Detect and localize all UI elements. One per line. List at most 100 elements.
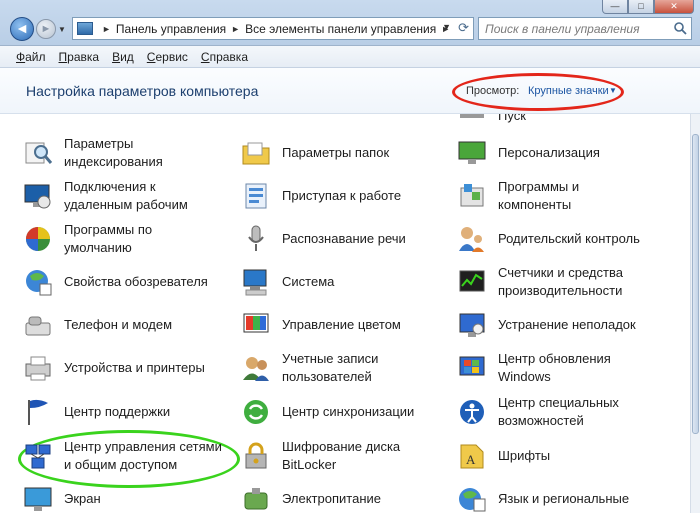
search-icon[interactable] — [673, 21, 687, 35]
window-controls: — □ ✕ — [602, 0, 694, 14]
item-label: Подключения к удаленным рабочим — [64, 179, 188, 212]
breadcrumb-separator-icon[interactable]: ► — [102, 24, 111, 34]
minimize-button[interactable]: — — [602, 0, 628, 14]
control-panel-item[interactable]: Язык и региональные — [456, 481, 673, 513]
item-label: Шифрование диска BitLocker — [282, 439, 401, 472]
item-label: Центр специальных возможностей — [498, 395, 619, 428]
breadcrumb-control-panel[interactable]: Панель управления — [116, 22, 226, 36]
action-center-flag-icon — [22, 396, 54, 428]
microphone-icon — [240, 223, 272, 255]
address-bar[interactable]: ► Панель управления ► Все элементы панел… — [72, 17, 474, 40]
content-header: Настройка параметров компьютера Просмотр… — [0, 68, 700, 114]
default-programs-icon — [22, 223, 54, 255]
item-label: Параметры индексирования — [64, 136, 163, 169]
vertical-scrollbar[interactable] — [690, 114, 700, 513]
menu-file[interactable]: Файл — [16, 50, 46, 64]
control-panel-item[interactable]: Подключения к удаленным рабочим — [22, 178, 239, 214]
item-label: Персонализация — [498, 145, 600, 160]
troubleshooting-icon — [456, 309, 488, 341]
chevron-down-icon: ▼ — [58, 25, 66, 34]
control-panel-item[interactable]: Экран — [22, 481, 239, 513]
item-label: Параметры папок — [282, 145, 390, 160]
control-panel-item[interactable]: Пуск — [456, 114, 673, 134]
item-label: Свойства обозревателя — [64, 274, 208, 289]
control-panel-item[interactable]: Управление цветом — [240, 307, 457, 343]
control-panel-item[interactable]: Центр управления сетями и общим доступом — [22, 438, 239, 474]
control-panel-item[interactable]: A Шрифты — [456, 438, 673, 474]
control-panel-item[interactable]: Персонализация — [456, 135, 673, 171]
recent-pages-dropdown[interactable]: ▼ — [58, 25, 66, 34]
control-panel-item[interactable]: Центр поддержки — [22, 394, 239, 430]
control-panel-item[interactable]: Центр обновления Windows — [456, 350, 673, 386]
sync-center-icon — [240, 396, 272, 428]
menu-help[interactable]: Справка — [201, 50, 248, 64]
item-label: Программы и компоненты — [498, 179, 580, 212]
control-panel-item[interactable]: Шифрование диска BitLocker — [240, 438, 457, 474]
control-panel-item[interactable]: Учетные записи пользователей — [240, 350, 457, 386]
phone-modem-icon — [22, 309, 54, 341]
control-panel-item[interactable]: Счетчики и средства производительности — [456, 264, 673, 300]
control-panel-item[interactable]: Устранение неполадок — [456, 307, 673, 343]
display-icon — [22, 483, 54, 513]
control-panel-item[interactable]: Система — [240, 264, 457, 300]
remote-desktop-icon — [22, 180, 54, 212]
ease-of-access-icon — [456, 396, 488, 428]
page-title: Настройка параметров компьютера — [26, 83, 259, 99]
item-label: Устройства и принтеры — [64, 360, 205, 375]
item-label: Учетные записи пользователей — [282, 351, 379, 384]
svg-text:A: A — [466, 452, 476, 467]
power-options-icon — [240, 483, 272, 513]
forward-button[interactable]: ► — [36, 19, 56, 39]
breadcrumb-separator-icon[interactable]: ► — [231, 24, 240, 34]
breadcrumb-all-items[interactable]: Все элементы панели управления — [245, 22, 436, 36]
item-label: Система — [282, 274, 335, 289]
control-panel-item[interactable]: Родительский контроль — [456, 221, 673, 257]
printers-icon — [22, 352, 54, 384]
search-input[interactable]: Поиск в панели управления — [478, 17, 692, 40]
item-label: Управление цветом — [282, 317, 401, 332]
parental-controls-icon — [456, 223, 488, 255]
control-panel-item[interactable]: Программы по умолчанию — [22, 221, 239, 257]
personalization-icon — [456, 137, 488, 169]
scrollbar-thumb[interactable] — [692, 134, 699, 434]
user-accounts-icon — [240, 352, 272, 384]
refresh-icon[interactable]: ⟳ — [458, 20, 469, 36]
back-button[interactable]: ◄ — [10, 17, 34, 41]
control-panel-item[interactable]: Центр специальных возможностей — [456, 394, 673, 430]
control-panel-item[interactable]: Устройства и принтеры — [22, 350, 239, 386]
control-panel-icon — [77, 22, 93, 35]
arrow-right-icon: ► — [40, 23, 52, 35]
item-label: Центр поддержки — [64, 404, 171, 419]
control-panel-item[interactable]: Параметры папок — [240, 135, 457, 171]
title-bar: — □ ✕ ◄ ► ▼ ► Панель управления ► Все эл… — [0, 0, 700, 46]
control-panel-item[interactable]: Параметры индексирования — [22, 135, 239, 171]
internet-options-icon — [22, 266, 54, 298]
control-panel-item[interactable]: Приступая к работе — [240, 178, 457, 214]
arrow-left-icon: ◄ — [15, 20, 29, 36]
network-center-icon — [22, 440, 54, 472]
address-dropdown-icon[interactable]: ▼ — [442, 22, 451, 32]
control-panel-item[interactable]: Электропитание — [240, 481, 457, 513]
control-panel-item[interactable]: Распознавание речи — [240, 221, 457, 257]
menu-tools[interactable]: Сервис — [147, 50, 188, 64]
item-label: Пуск — [498, 114, 526, 123]
indexing-icon — [22, 137, 54, 169]
control-panel-item[interactable]: Центр синхронизации — [240, 394, 457, 430]
close-button[interactable]: ✕ — [654, 0, 694, 14]
region-language-icon — [456, 483, 488, 513]
menu-view[interactable]: Вид — [112, 50, 134, 64]
item-label: Устранение неполадок — [498, 317, 636, 332]
item-label: Центр синхронизации — [282, 404, 415, 419]
control-panel-item[interactable]: Свойства обозревателя — [22, 264, 239, 300]
windows-update-icon — [456, 352, 488, 384]
maximize-button[interactable]: □ — [628, 0, 654, 14]
item-label: Центр управления сетями и общим доступом — [64, 439, 222, 472]
view-highlight-ellipse — [452, 73, 624, 111]
item-label: Телефон и модем — [64, 317, 173, 332]
menu-edit[interactable]: Правка — [59, 50, 100, 64]
item-label: Центр обновления Windows — [498, 351, 611, 384]
programs-features-icon — [456, 180, 488, 212]
control-panel-item[interactable]: Программы и компоненты — [456, 178, 673, 214]
control-panel-item[interactable]: Телефон и модем — [22, 307, 239, 343]
system-icon — [240, 266, 272, 298]
